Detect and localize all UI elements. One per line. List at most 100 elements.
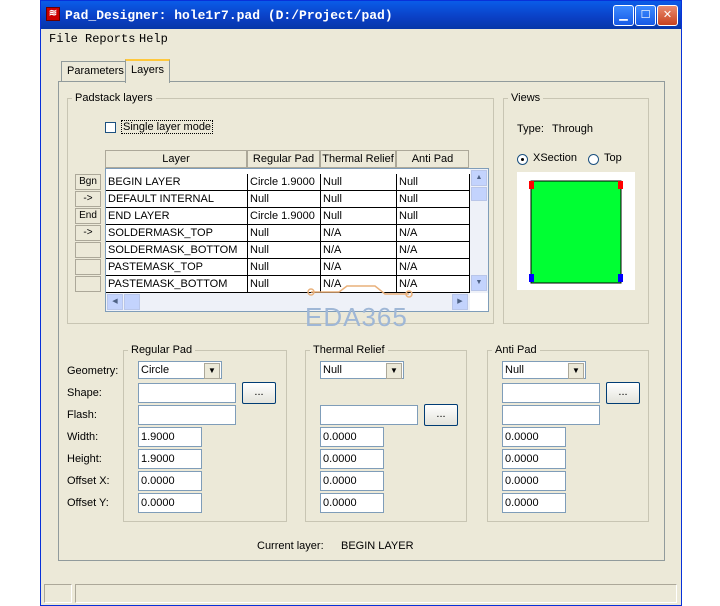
close-icon: ✕: [662, 9, 673, 21]
anti-pad-geometry-select[interactable]: Null ▼: [502, 361, 586, 379]
thermal-relief-offset-x-input[interactable]: 0.0000: [320, 471, 384, 491]
row-select-button[interactable]: [75, 242, 101, 258]
tab-parameters[interactable]: Parameters: [61, 61, 130, 83]
cell-layer[interactable]: SOLDERMASK_BOTTOM: [106, 242, 248, 259]
menu-file[interactable]: File: [49, 32, 78, 46]
xsection-preview: [517, 172, 635, 290]
scroll-down-icon[interactable]: ▼: [471, 275, 487, 291]
regular-pad-geometry-select[interactable]: Circle ▼: [138, 361, 222, 379]
flash-label: Flash:: [67, 409, 97, 421]
row-select-button[interactable]: Bgn: [75, 174, 101, 190]
regular-pad-width-input[interactable]: 1.9000: [138, 427, 202, 447]
offset-y-label: Offset Y:: [67, 497, 109, 509]
anti-pad-shape-browse-button[interactable]: ...: [606, 382, 640, 404]
cell-layer[interactable]: BEGIN LAYER: [106, 174, 248, 191]
thermal-relief-width-input[interactable]: 0.0000: [320, 427, 384, 447]
cell-layer[interactable]: END LAYER: [106, 208, 248, 225]
cell-anti-pad[interactable]: Null: [397, 174, 470, 191]
column-header-anti-pad[interactable]: Anti Pad: [396, 150, 469, 168]
xsection-label: XSection: [533, 152, 578, 164]
regular-pad-shape-browse-button[interactable]: ...: [242, 382, 276, 404]
cell-anti-pad[interactable]: Null: [397, 191, 470, 208]
row-select-button[interactable]: ->: [75, 225, 101, 241]
menu-reports[interactable]: Reports: [85, 32, 135, 46]
layer-row[interactable]: SOLDERMASK_TOP Null N/A N/A: [106, 225, 470, 242]
scroll-left-icon[interactable]: ◀: [107, 294, 123, 310]
cell-thermal-relief[interactable]: N/A: [321, 259, 397, 276]
cell-layer[interactable]: PASTEMASK_BOTTOM: [106, 276, 248, 293]
bottom-left-marker: [529, 274, 534, 282]
column-header-thermal-relief[interactable]: Thermal Relief: [320, 150, 396, 168]
tab-layers[interactable]: Layers: [125, 59, 171, 83]
cell-anti-pad[interactable]: Null: [397, 208, 470, 225]
cell-regular-pad[interactable]: Null: [248, 259, 321, 276]
anti-pad-offset-y-input[interactable]: 0.0000: [502, 493, 566, 513]
thermal-relief-height-input[interactable]: 0.0000: [320, 449, 384, 469]
regular-pad-offset-x-input[interactable]: 0.0000: [138, 471, 202, 491]
bottom-right-marker: [618, 274, 623, 282]
close-button[interactable]: ✕: [657, 5, 678, 26]
cell-anti-pad[interactable]: N/A: [397, 242, 470, 259]
regular-pad-offset-y-input[interactable]: 0.0000: [138, 493, 202, 513]
thermal-relief-flash-input[interactable]: [320, 405, 418, 425]
cell-regular-pad[interactable]: Null: [248, 242, 321, 259]
row-select-button[interactable]: End: [75, 208, 101, 224]
thermal-relief-geometry-select[interactable]: Null ▼: [320, 361, 404, 379]
padstack-layers-legend: Padstack layers: [75, 92, 153, 104]
anti-pad-width-input[interactable]: 0.0000: [502, 427, 566, 447]
maximize-button[interactable]: ☐: [635, 5, 656, 26]
window-title: Pad_Designer: hole1r7.pad (D:/Project/pa…: [65, 8, 393, 23]
cell-thermal-relief[interactable]: Null: [321, 208, 397, 225]
regular-pad-height-input[interactable]: 1.9000: [138, 449, 202, 469]
scroll-up-icon[interactable]: ▲: [471, 170, 487, 186]
menu-help[interactable]: Help: [139, 32, 168, 46]
layer-row[interactable]: END LAYER Circle 1.9000 Null Null: [106, 208, 470, 225]
cell-thermal-relief[interactable]: Null: [321, 174, 397, 191]
cell-layer[interactable]: DEFAULT INTERNAL: [106, 191, 248, 208]
single-layer-checkbox[interactable]: [105, 122, 116, 133]
title-bar[interactable]: ≋ Pad_Designer: hole1r7.pad (D:/Project/…: [41, 1, 681, 29]
row-select-button[interactable]: [75, 276, 101, 292]
minimize-button[interactable]: ▁: [613, 5, 634, 26]
cell-anti-pad[interactable]: N/A: [397, 225, 470, 242]
cell-thermal-relief[interactable]: N/A: [321, 225, 397, 242]
cell-regular-pad[interactable]: Null: [248, 191, 321, 208]
regular-pad-shape-input[interactable]: [138, 383, 236, 403]
anti-pad-offset-x-input[interactable]: 0.0000: [502, 471, 566, 491]
row-select-button[interactable]: [75, 259, 101, 275]
layer-row[interactable]: BEGIN LAYER Circle 1.9000 Null Null: [106, 174, 470, 191]
horizontal-scroll-thumb[interactable]: [124, 294, 140, 310]
top-right-marker: [618, 181, 623, 189]
xsection-radio[interactable]: [517, 154, 528, 165]
single-layer-label: Single layer mode: [121, 120, 214, 134]
thermal-relief-legend: Thermal Relief: [313, 344, 385, 356]
layer-row[interactable]: SOLDERMASK_BOTTOM Null N/A N/A: [106, 242, 470, 259]
row-select-button[interactable]: ->: [75, 191, 101, 207]
cell-regular-pad[interactable]: Null: [248, 225, 321, 242]
cell-regular-pad[interactable]: Circle 1.9000: [248, 174, 321, 191]
menu-bar: File Reports Help: [41, 29, 681, 49]
thermal-relief-flash-browse-button[interactable]: ...: [424, 404, 458, 426]
thermal-relief-offset-y-input[interactable]: 0.0000: [320, 493, 384, 513]
cell-anti-pad[interactable]: N/A: [397, 259, 470, 276]
top-radio[interactable]: [588, 154, 599, 165]
anti-pad-height-input[interactable]: 0.0000: [502, 449, 566, 469]
status-panel-left: [44, 584, 72, 603]
pad-designer-window: ≋ Pad_Designer: hole1r7.pad (D:/Project/…: [40, 0, 682, 606]
vertical-scrollbar[interactable]: ▲ ▼: [470, 169, 488, 293]
cell-thermal-relief[interactable]: Null: [321, 191, 397, 208]
regular-pad-flash-input[interactable]: [138, 405, 236, 425]
layer-row[interactable]: PASTEMASK_TOP Null N/A N/A: [106, 259, 470, 276]
column-header-layer[interactable]: Layer: [105, 150, 247, 168]
layer-row[interactable]: DEFAULT INTERNAL Null Null Null: [106, 191, 470, 208]
vertical-scroll-thumb[interactable]: [471, 187, 487, 201]
cell-layer[interactable]: SOLDERMASK_TOP: [106, 225, 248, 242]
column-header-regular-pad[interactable]: Regular Pad: [247, 150, 320, 168]
anti-pad-shape-input[interactable]: [502, 383, 600, 403]
cell-layer[interactable]: PASTEMASK_TOP: [106, 259, 248, 276]
cell-thermal-relief[interactable]: N/A: [321, 242, 397, 259]
padstack-cross-section: [529, 180, 623, 284]
cell-regular-pad[interactable]: Circle 1.9000: [248, 208, 321, 225]
anti-pad-flash-input[interactable]: [502, 405, 600, 425]
scroll-right-icon[interactable]: ▶: [452, 294, 468, 310]
